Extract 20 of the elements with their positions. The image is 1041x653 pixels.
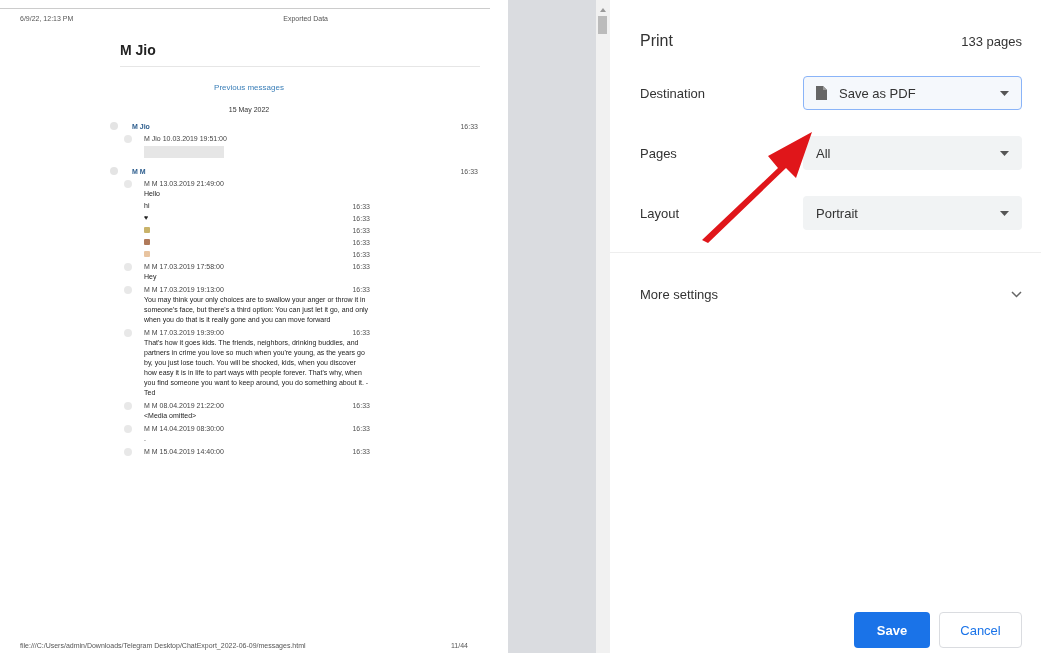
- more-settings-toggle[interactable]: More settings: [640, 287, 1022, 302]
- cancel-button[interactable]: Cancel: [939, 612, 1022, 648]
- scrollbar-thumb[interactable]: [598, 16, 608, 34]
- previous-messages-link[interactable]: Previous messages: [214, 83, 284, 92]
- print-title: Print: [640, 32, 673, 50]
- setting-label: Destination: [640, 85, 707, 101]
- caret-icon: [1000, 150, 1009, 156]
- dropdown[interactable]: Save as PDF: [803, 76, 1022, 110]
- document-icon: [816, 86, 827, 100]
- page-count: 133 pages: [961, 33, 1022, 49]
- save-button[interactable]: Save: [854, 612, 930, 648]
- caret-icon: [1000, 210, 1009, 216]
- chat-title: M Jio: [120, 42, 480, 67]
- setting-label: Pages: [640, 145, 678, 161]
- chevron-icon: [1011, 291, 1022, 298]
- dropdown[interactable]: All: [803, 136, 1022, 170]
- caret-icon: [1000, 90, 1009, 96]
- dropdown[interactable]: Portrait: [803, 196, 1022, 230]
- setting-label: Layout: [640, 205, 681, 221]
- scroll-up-icon[interactable]: [599, 8, 606, 12]
